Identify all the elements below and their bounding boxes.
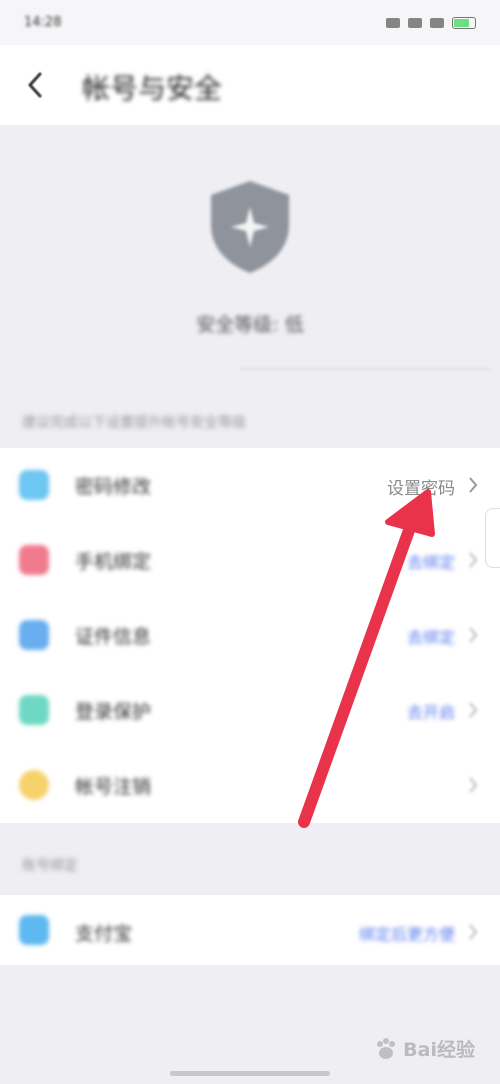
wifi-icon bbox=[408, 17, 422, 28]
chevron-right-icon bbox=[469, 552, 478, 568]
page-title: 帐号与安全 bbox=[82, 72, 223, 105]
list-item-status: 绑定后更方便 bbox=[358, 925, 455, 944]
list-item-password[interactable]: 密码修改 设置密码 bbox=[0, 448, 500, 523]
section-hint: 建议完成以下设置提升帐号安全等级 bbox=[22, 415, 246, 431]
network-icon bbox=[430, 17, 444, 28]
list-item-phone[interactable]: 手机绑定 去绑定 bbox=[0, 523, 500, 598]
security-settings-list: 密码修改 设置密码 手机绑定 去绑定 证件信息 去绑定 登录保护 去开启 帐号注… bbox=[0, 448, 500, 823]
watermark: Bai经验 bbox=[373, 1035, 475, 1062]
chevron-right-icon bbox=[469, 777, 478, 793]
list-item-label: 密码修改 bbox=[75, 476, 152, 498]
list-item-status: 去绑定 bbox=[406, 628, 455, 647]
list-item-account-cancel[interactable]: 帐号注销 bbox=[0, 748, 500, 823]
section-hint-binding: 账号绑定 bbox=[22, 858, 78, 874]
home-indicator[interactable] bbox=[170, 1071, 330, 1076]
status-bar: 14:28 bbox=[0, 0, 500, 45]
status-time: 14:28 bbox=[24, 15, 62, 30]
list-item-label: 支付宝 bbox=[75, 923, 133, 945]
list-item-alipay[interactable]: 支付宝 绑定后更方便 bbox=[0, 895, 500, 965]
id-card-icon bbox=[19, 620, 49, 650]
paw-icon bbox=[377, 1037, 396, 1059]
list-item-status: 去开启 bbox=[406, 703, 455, 722]
cancel-account-icon bbox=[19, 770, 49, 800]
list-item-label: 证件信息 bbox=[75, 626, 152, 648]
shield-icon bbox=[211, 181, 289, 273]
signal-icon bbox=[386, 17, 400, 28]
list-item-label: 帐号注销 bbox=[75, 776, 152, 798]
set-password-link[interactable]: 设置密码 bbox=[387, 474, 455, 499]
list-item-login-protection[interactable]: 登录保护 去开启 bbox=[0, 673, 500, 748]
battery-icon bbox=[452, 16, 476, 29]
watermark-text: Bai经验 bbox=[403, 1039, 475, 1061]
list-item-status: 去绑定 bbox=[406, 553, 455, 572]
side-floating-tab[interactable] bbox=[485, 508, 500, 568]
security-hero: 安全等级: 低 bbox=[0, 125, 500, 395]
chevron-right-icon bbox=[469, 924, 478, 940]
chevron-right-icon bbox=[469, 627, 478, 643]
chevron-right-icon bbox=[469, 702, 478, 718]
third-party-list: 支付宝 绑定后更方便 bbox=[0, 895, 500, 965]
status-icons bbox=[386, 16, 476, 29]
alipay-icon bbox=[19, 915, 49, 945]
back-arrow-icon[interactable] bbox=[26, 71, 44, 99]
phone-icon bbox=[19, 545, 49, 575]
list-item-label: 手机绑定 bbox=[75, 551, 152, 573]
security-level-text: 安全等级: 低 bbox=[196, 314, 304, 336]
shield-check-icon bbox=[19, 695, 49, 725]
divider bbox=[240, 368, 490, 370]
chevron-right-icon bbox=[469, 477, 478, 493]
navigation-bar: 帐号与安全 bbox=[0, 45, 500, 125]
list-item-id-info[interactable]: 证件信息 去绑定 bbox=[0, 598, 500, 673]
list-item-label: 登录保护 bbox=[75, 701, 152, 723]
lock-icon bbox=[19, 470, 49, 500]
